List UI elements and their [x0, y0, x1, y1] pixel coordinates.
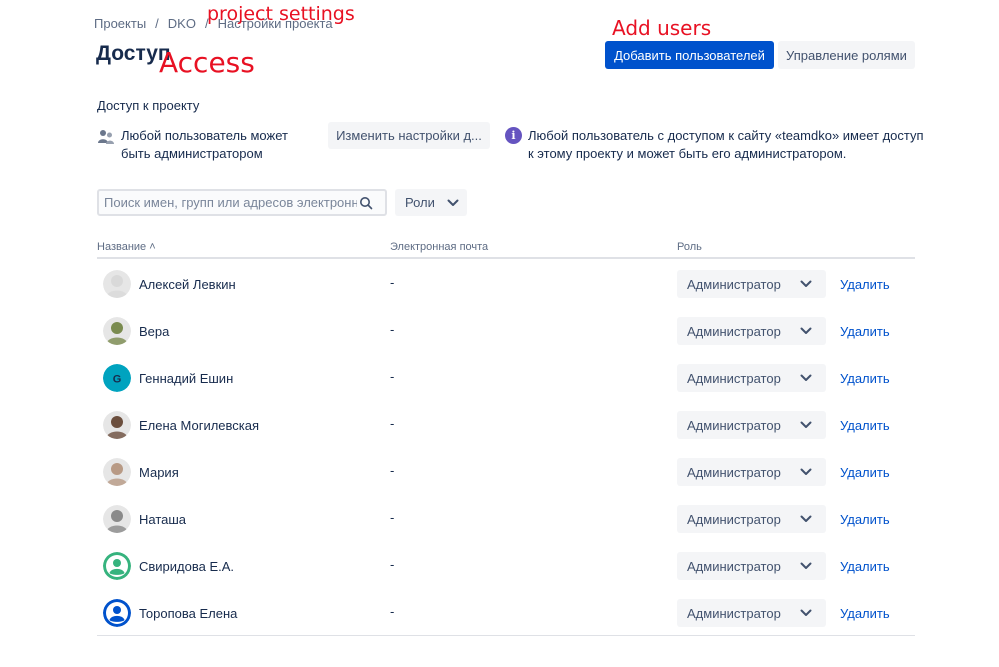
- roles-filter-dropdown[interactable]: Роли: [395, 189, 467, 216]
- chevron-down-icon: [800, 468, 812, 475]
- people-icon: [98, 130, 114, 144]
- breadcrumb-project-dko[interactable]: DKO: [168, 16, 196, 31]
- info-icon: i: [505, 127, 522, 144]
- user-email: -: [390, 463, 395, 478]
- svg-text:G: G: [113, 374, 122, 386]
- user-name: Алексей Левкин: [139, 277, 236, 292]
- avatar: [103, 270, 131, 298]
- avatar: [103, 505, 131, 533]
- user-name: Мария: [139, 465, 179, 480]
- role-dropdown[interactable]: Администратор: [677, 505, 826, 533]
- user-email: -: [390, 604, 395, 619]
- delete-user-link[interactable]: Удалить: [840, 324, 890, 339]
- breadcrumb-projects[interactable]: Проекты: [94, 16, 146, 31]
- table-row: Елена Могилевская - Администратор Удалить: [97, 401, 915, 448]
- chevron-down-icon: [800, 374, 812, 381]
- delete-user-link[interactable]: Удалить: [840, 606, 890, 621]
- delete-user-link[interactable]: Удалить: [840, 465, 890, 480]
- table-row: Вера - Администратор Удалить: [97, 307, 915, 354]
- avatar: [103, 411, 131, 439]
- section-title-project-access: Доступ к проекту: [97, 98, 200, 113]
- roles-filter-label: Роли: [405, 195, 435, 210]
- table-row: G Геннадий Ешин - Администратор Удалить: [97, 354, 915, 401]
- search-box: [97, 189, 387, 216]
- role-dropdown[interactable]: Администратор: [677, 364, 826, 392]
- avatar: [103, 458, 131, 486]
- manage-roles-button[interactable]: Управление ролями: [778, 41, 915, 69]
- table-row: Наташа - Администратор Удалить: [97, 495, 915, 542]
- role-dropdown-value: Администратор: [687, 605, 781, 621]
- delete-user-link[interactable]: Удалить: [840, 371, 890, 386]
- access-info-message: i Любой пользователь с доступом к сайту …: [505, 127, 925, 163]
- delete-user-link[interactable]: Удалить: [840, 559, 890, 574]
- user-email: -: [390, 510, 395, 525]
- column-header-role: Роль: [677, 241, 702, 253]
- role-dropdown-value: Администратор: [687, 370, 781, 386]
- chevron-down-icon: [800, 327, 812, 334]
- chevron-down-icon: [800, 421, 812, 428]
- avatar: [103, 317, 131, 345]
- avatar: [103, 552, 131, 580]
- role-dropdown[interactable]: Администратор: [677, 411, 826, 439]
- role-dropdown-value: Администратор: [687, 417, 781, 433]
- delete-user-link[interactable]: Удалить: [840, 277, 890, 292]
- add-users-button[interactable]: Добавить пользователей: [605, 41, 774, 69]
- permission-summary: Любой пользователь может быть администра…: [97, 127, 317, 163]
- permission-text: Любой пользователь может быть администра…: [121, 128, 288, 161]
- user-name: Елена Могилевская: [139, 418, 260, 433]
- role-dropdown[interactable]: Администратор: [677, 552, 826, 580]
- annotation-project-settings: project settings: [207, 3, 355, 25]
- user-email: -: [390, 275, 395, 290]
- column-header-name[interactable]: Название ˄: [97, 241, 156, 253]
- avatar: G: [103, 364, 131, 392]
- table-row: Мария - Администратор Удалить: [97, 448, 915, 495]
- user-email: -: [390, 322, 395, 337]
- table-row: Торопова Елена - Администратор Удалить: [97, 589, 915, 636]
- chevron-down-icon: [800, 609, 812, 616]
- user-email: -: [390, 416, 395, 431]
- table-row: Алексей Левкин - Администратор Удалить: [97, 260, 915, 307]
- access-info-text: Любой пользователь с доступом к сайту «t…: [528, 128, 924, 161]
- annotation-access: Access: [159, 46, 255, 79]
- chevron-down-icon: [800, 562, 812, 569]
- role-dropdown-value: Администратор: [687, 323, 781, 339]
- annotation-add-users: Add users: [612, 16, 712, 40]
- role-dropdown[interactable]: Администратор: [677, 458, 826, 486]
- breadcrumb-separator: /: [155, 16, 159, 31]
- user-email: -: [390, 369, 395, 384]
- user-email: -: [390, 557, 395, 572]
- role-dropdown[interactable]: Администратор: [677, 317, 826, 345]
- avatar: [103, 599, 131, 627]
- table-row: Свиридова Е.А. - Администратор Удалить: [97, 542, 915, 589]
- chevron-down-icon: [447, 199, 459, 206]
- delete-user-link[interactable]: Удалить: [840, 418, 890, 433]
- role-dropdown-value: Администратор: [687, 464, 781, 480]
- user-name: Наташа: [139, 512, 187, 527]
- role-dropdown-value: Администратор: [687, 276, 781, 292]
- table-bottom-divider: [97, 635, 915, 636]
- search-icon[interactable]: [359, 196, 373, 210]
- role-dropdown-value: Администратор: [687, 511, 781, 527]
- role-dropdown[interactable]: Администратор: [677, 599, 826, 627]
- chevron-down-icon: [800, 515, 812, 522]
- users-table-header: Название ˄ Электронная почта Роль: [97, 241, 915, 259]
- chevron-down-icon: [800, 280, 812, 287]
- role-dropdown[interactable]: Администратор: [677, 270, 826, 298]
- delete-user-link[interactable]: Удалить: [840, 512, 890, 527]
- user-name: Торопова Елена: [139, 606, 238, 621]
- user-name: Вера: [139, 324, 170, 339]
- change-access-settings-button[interactable]: Изменить настройки д...: [328, 122, 490, 149]
- column-header-email: Электронная почта: [390, 241, 489, 253]
- user-name: Свиридова Е.А.: [139, 559, 235, 574]
- role-dropdown-value: Администратор: [687, 558, 781, 574]
- search-input[interactable]: [99, 195, 357, 210]
- user-name: Геннадий Ешин: [139, 371, 234, 386]
